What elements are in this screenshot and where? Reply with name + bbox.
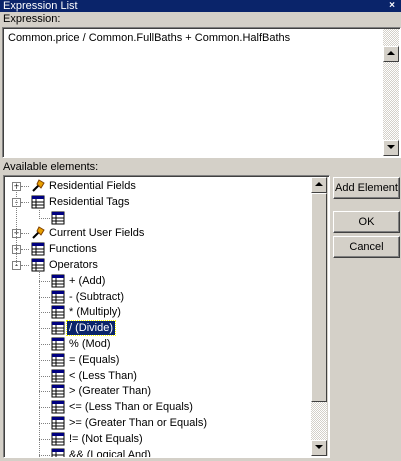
down-arrow-icon (387, 145, 395, 149)
tree-connector (39, 344, 50, 345)
tree-item-label: >= (Greater Than or Equals) (69, 417, 207, 429)
tree-item-label: % (Mod) (69, 338, 111, 350)
close-icon[interactable]: × (387, 1, 397, 11)
tree-item-label: != (Not Equals) (69, 432, 143, 445)
tree-item-label: Functions (49, 243, 97, 256)
tree-connector (39, 375, 50, 377)
down-arrow-icon (315, 445, 323, 449)
tree-scrollbar[interactable] (311, 177, 328, 456)
tree-item[interactable]: * (Multiply) (4, 304, 304, 320)
tree-item[interactable]: <= (Less Than or Equals) (4, 399, 304, 415)
table-icon (31, 195, 45, 209)
scroll-up-button[interactable] (383, 46, 399, 62)
expression-value: Common.price / Common.FullBaths + Common… (8, 32, 291, 44)
tree-item[interactable]: > (Greater Than) (4, 383, 304, 399)
table-icon (51, 321, 65, 335)
tree-connector (39, 207, 40, 219)
table-icon (51, 305, 65, 319)
tree-connector (39, 280, 50, 282)
tree-item[interactable]: % (Mod) (4, 336, 304, 352)
expression-textarea[interactable]: Common.price / Common.FullBaths + Common… (2, 27, 401, 158)
table-icon (51, 432, 65, 446)
tree-connector (39, 312, 50, 314)
up-arrow-icon (387, 51, 395, 55)
up-arrow-icon (315, 182, 323, 186)
table-icon (51, 416, 65, 430)
scroll-down-button[interactable] (383, 140, 399, 156)
tree-connector (16, 186, 17, 265)
available-elements-label: Available elements: (3, 161, 99, 173)
tree-connector (21, 265, 29, 266)
tree-item[interactable]: < (Less Than) (4, 368, 304, 384)
tree-item-label: < (Less Than) (69, 369, 137, 382)
ok-button[interactable]: OK (333, 211, 400, 233)
table-icon (31, 242, 45, 256)
table-icon (51, 400, 65, 414)
table-icon (31, 258, 45, 272)
tree-item-label: <= (Less Than or Equals) (69, 401, 193, 414)
table-icon (51, 353, 65, 367)
tree-connector (39, 296, 50, 298)
tree-connector (21, 233, 29, 235)
table-icon (51, 448, 65, 457)
tree-item-label: Operators (49, 259, 98, 271)
tree-item[interactable]: != (Not Equals) (4, 431, 304, 447)
tree-item-label: - (Subtract) (69, 290, 125, 303)
cancel-button[interactable]: Cancel (333, 236, 400, 258)
tree-item[interactable]: - Operators (4, 257, 304, 273)
tree-item[interactable]: + (Add) (4, 273, 304, 289)
tree-connector (39, 271, 40, 457)
tree-connector (39, 328, 50, 330)
tree-scroll-track[interactable] (311, 402, 327, 440)
expression-label: Expression: (3, 13, 61, 25)
tree-item[interactable]: + Residential Fields (4, 178, 304, 194)
tree-connector (39, 359, 50, 361)
wand-icon (31, 179, 45, 193)
tree-item-label: + (Add) (69, 274, 106, 287)
tree-connector (21, 186, 29, 187)
tree-connector (39, 391, 50, 393)
tree-connector (39, 438, 50, 440)
tree-scroll-thumb[interactable] (311, 193, 327, 402)
tree-item[interactable]: && (Logical And) (4, 447, 304, 457)
tree-connector (39, 423, 50, 424)
tree-connector (39, 217, 50, 219)
table-icon (51, 384, 65, 398)
tree-item-label: Residential Tags (49, 195, 130, 208)
tree-item-label: && (Logical And) (69, 448, 151, 457)
tree-item[interactable]: + Current User Fields (4, 225, 304, 241)
title-bar: Expression List × (0, 0, 401, 12)
tree-connector (21, 201, 29, 203)
table-icon (51, 337, 65, 351)
tree-item[interactable]: - (Subtract) (4, 289, 304, 305)
tree-scroll-up-button[interactable] (311, 177, 327, 193)
tree-connector (39, 407, 50, 409)
wand-icon (31, 226, 45, 240)
tree-connector (21, 249, 29, 251)
table-icon (51, 290, 65, 304)
tree-item[interactable]: / (Divide) (4, 320, 304, 337)
tree-item-label: > (Greater Than) (69, 385, 152, 398)
window-title: Expression List (3, 0, 78, 12)
table-icon (51, 369, 65, 383)
elements-tree[interactable]: + Residential Fields - Residential Tags + Cur… (3, 175, 330, 458)
tree-item-label: Residential Fields (49, 180, 136, 192)
table-icon (51, 274, 65, 288)
add-element-button[interactable]: Add Element (333, 177, 400, 199)
table-icon (51, 211, 65, 225)
tree-connector (39, 454, 50, 456)
tree-item[interactable] (4, 210, 304, 226)
tree-item[interactable]: - Residential Tags (4, 194, 304, 210)
tree-item[interactable]: + Functions (4, 241, 304, 257)
tree-item-label: Current User Fields (49, 227, 145, 240)
expression-scrollbar[interactable] (383, 29, 399, 156)
tree-item[interactable]: >= (Greater Than or Equals) (4, 415, 304, 431)
tree-item-label: = (Equals) (69, 353, 120, 366)
tree-viewport: + Residential Fields - Residential Tags + Cur… (4, 176, 311, 457)
tree-item-label: * (Multiply) (69, 306, 121, 319)
tree-item[interactable]: = (Equals) (4, 352, 304, 368)
tree-scroll-down-button[interactable] (311, 440, 327, 456)
tree-item-label: / (Divide) (65, 320, 117, 337)
